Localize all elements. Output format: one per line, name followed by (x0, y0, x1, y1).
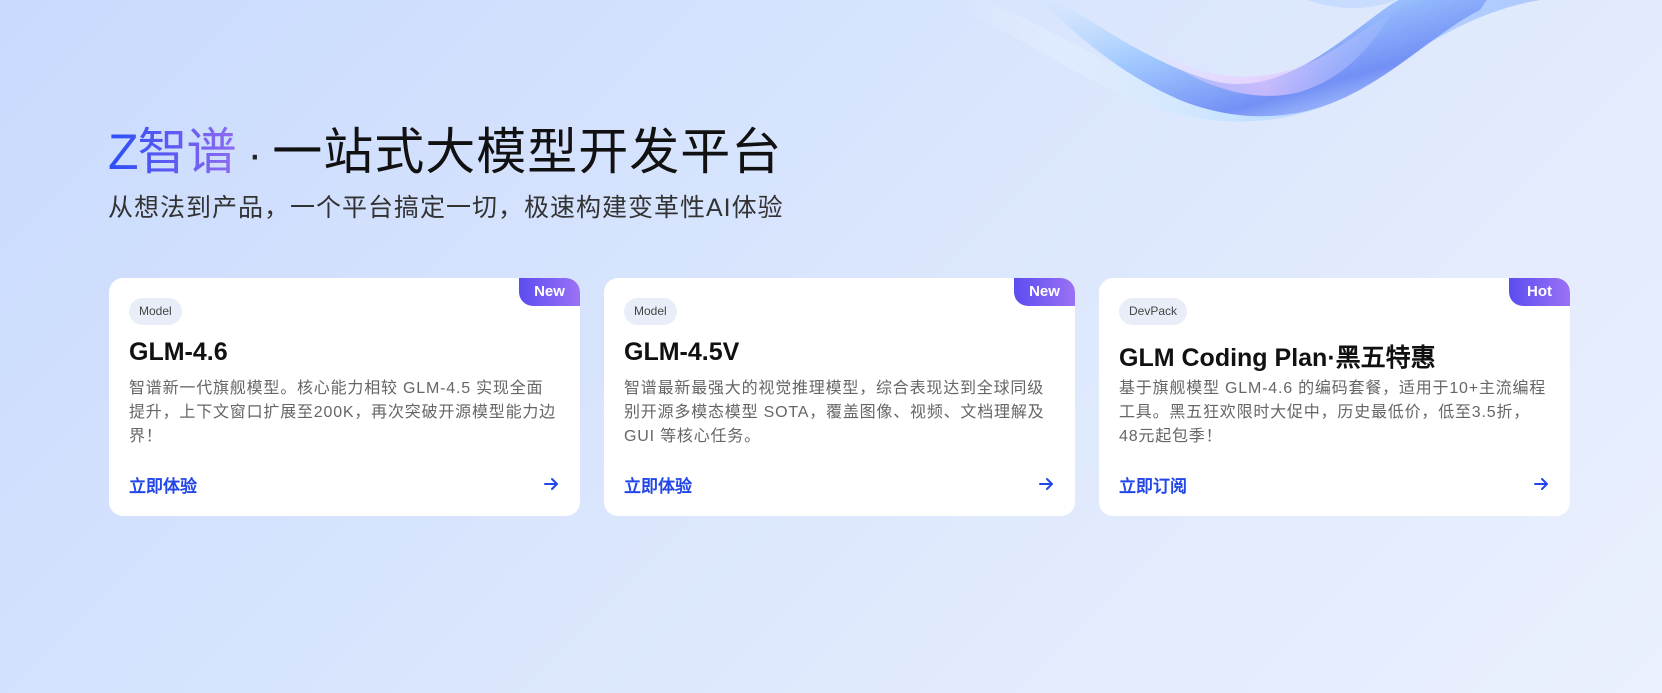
hero-wave-decoration (960, 0, 1540, 122)
link-label[interactable]: 立即体验 (129, 472, 197, 497)
hot-badge: Hot (1509, 278, 1570, 306)
try-now-link[interactable]: 立即体验 (129, 472, 560, 496)
link-label[interactable]: 立即体验 (624, 472, 692, 497)
headline-separator: · (247, 130, 263, 179)
card-tag: DevPack (1119, 298, 1188, 325)
card-tag: Model (129, 298, 182, 325)
card-description: 基于旗舰模型 GLM-4.6 的编码套餐，适用于10+主流编程工具。黑五狂欢限时… (1119, 380, 1547, 445)
product-card-coding-plan[interactable]: Hot DevPack GLM Coding Plan·黑五特惠 基于旗舰模型 … (1099, 278, 1570, 516)
page-subtitle: 从想法到产品，一个平台搞定一切，极速构建变革性AI体验 (108, 194, 784, 222)
card-tag: Model (624, 298, 677, 325)
subscribe-now-link[interactable]: 立即订阅 (1119, 472, 1550, 496)
new-badge: New (1014, 278, 1075, 306)
card-title: GLM-4.5V (624, 338, 740, 366)
link-label[interactable]: 立即订阅 (1119, 472, 1187, 497)
product-card-glm-4-5v[interactable]: New Model GLM-4.5V 智谱最新最强大的视觉推理模型，综合表现达到… (604, 278, 1075, 516)
card-description: 智谱新一代旗舰模型。核心能力相较 GLM-4.5 实现全面提升，上下文窗口扩展至… (129, 380, 556, 445)
arrow-right-icon[interactable] (1037, 475, 1055, 493)
arrow-right-icon[interactable] (542, 475, 560, 493)
card-title: GLM-4.6 (129, 338, 228, 366)
page-headline: Z智谱 · 一站式大模型开发平台 (108, 112, 782, 184)
page-title: 一站式大模型开发平台 (272, 124, 783, 180)
product-card-glm-4-6[interactable]: New Model GLM-4.6 智谱新一代旗舰模型。核心能力相较 GLM-4… (109, 278, 580, 516)
card-title: GLM Coding Plan·黑五特惠 (1119, 344, 1436, 372)
card-description: 智谱最新最强大的视觉推理模型，综合表现达到全球同级别开源多模态模型 SOTA，覆… (624, 380, 1045, 445)
arrow-right-icon[interactable] (1532, 475, 1550, 493)
brand-logo-text: Z智谱 (108, 112, 237, 184)
new-badge: New (519, 278, 580, 306)
try-now-link[interactable]: 立即体验 (624, 472, 1055, 496)
